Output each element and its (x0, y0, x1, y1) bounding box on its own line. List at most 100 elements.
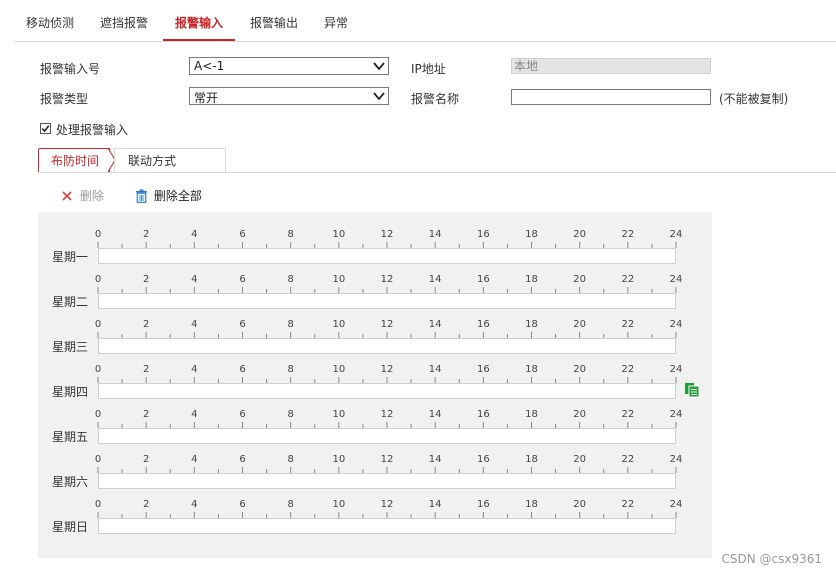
hour-tick-marks (97, 332, 677, 338)
schedule-row: 0 2 4 6 8 10 12 14 16 18 20 22 24 星期一 (38, 212, 712, 264)
hour-tick-label: 4 (191, 409, 198, 420)
subtab-arming-schedule[interactable]: 布防时间 (38, 148, 110, 172)
alarm-type-label: 报警类型 (40, 92, 89, 106)
hour-tick-marks (97, 422, 677, 428)
hour-tick-label: 2 (142, 274, 150, 285)
hour-tick-label: 6 (239, 229, 246, 240)
tab-alarm-output[interactable]: 报警输出 (250, 0, 298, 40)
hour-tick-label: 16 (476, 229, 490, 240)
alarm-name-label: 报警名称 (411, 92, 460, 106)
hour-tick-label: 2 (142, 454, 150, 465)
delete-button[interactable]: 删除 (61, 187, 104, 204)
hour-tick-label: 18 (525, 274, 538, 285)
delete-label: 删除 (79, 189, 104, 203)
hour-tick-label: 14 (428, 229, 442, 240)
hour-tick-label: 12 (380, 499, 394, 510)
hour-tick-label: 14 (428, 499, 442, 510)
schedule-row: 0 2 4 6 8 10 12 14 16 18 20 22 24 星期二 (38, 257, 712, 309)
hour-tick-label: 14 (428, 364, 442, 375)
hour-tick-label: 20 (573, 499, 587, 510)
hour-tick-label: 12 (380, 454, 394, 465)
hour-tick-label: 8 (287, 409, 294, 420)
ip-address-field: 本地 (511, 58, 711, 74)
hour-tick-label: 24 (669, 229, 683, 240)
hour-tick-label: 14 (428, 319, 442, 330)
hour-tick-label: 4 (191, 454, 198, 465)
alarm-type-select[interactable]: 常开 (189, 87, 389, 105)
hour-tick-label: 16 (476, 364, 490, 375)
schedule-bar[interactable] (98, 518, 676, 534)
hour-tick-label: 10 (332, 229, 346, 240)
hour-tick-label: 0 (94, 274, 102, 285)
delete-all-label: 删除全部 (153, 189, 202, 203)
hour-tick-label: 10 (332, 274, 346, 285)
tab-tamper-alarm[interactable]: 遮挡报警 (100, 0, 148, 40)
hour-tick-label: 4 (191, 319, 198, 330)
hour-tick-label: 18 (525, 454, 538, 465)
schedule-row: 0 2 4 6 8 10 12 14 16 18 20 22 24 星期六 (38, 437, 712, 489)
hour-tick-label: 2 (142, 319, 150, 330)
day-label: 星期日 (52, 520, 89, 534)
alarm-input-no-select[interactable]: A<-1 (189, 57, 389, 75)
hour-tick-label: 4 (191, 364, 198, 375)
hour-tick-marks (97, 287, 677, 293)
hour-tick-label: 8 (287, 319, 294, 330)
hour-tick-label: 0 (94, 409, 102, 420)
hour-tick-label: 22 (621, 364, 635, 375)
alarm-name-note: (不能被复制) (719, 92, 789, 106)
hour-tick-label: 2 (142, 409, 150, 420)
top-tab-bar: 移动侦测 遮挡报警 报警输入 报警输出 异常 (14, 0, 836, 42)
subtab-linkage-method[interactable]: 联动方式 (114, 148, 226, 172)
hour-tick-label: 20 (573, 229, 587, 240)
hour-tick-label: 22 (621, 499, 635, 510)
hour-tick-label: 24 (669, 454, 683, 465)
alarm-input-no-value: A<-1 (194, 59, 225, 73)
hour-tick-label: 6 (239, 409, 246, 420)
hour-tick-label: 24 (669, 319, 683, 330)
hour-tick-label: 20 (573, 319, 587, 330)
hour-tick-label: 16 (476, 274, 490, 285)
hour-tick-label: 24 (669, 274, 683, 285)
hour-tick-label: 16 (476, 454, 490, 465)
hour-tick-label: 10 (332, 499, 346, 510)
hour-tick-label: 20 (573, 409, 587, 420)
hour-tick-label: 18 (525, 229, 538, 240)
chevron-down-icon (373, 92, 385, 101)
delete-all-button[interactable]: 删除全部 (135, 187, 202, 204)
hour-tick-label: 24 (669, 499, 683, 510)
trash-icon (136, 189, 147, 203)
hour-tick-label: 18 (525, 319, 538, 330)
tab-exception[interactable]: 异常 (324, 0, 348, 40)
hour-tick-marks (97, 512, 677, 518)
hour-tick-label: 2 (142, 229, 150, 240)
alarm-input-no-label: 报警输入号 (40, 62, 101, 76)
tab-motion-detection[interactable]: 移动侦测 (26, 0, 74, 40)
hour-tick-label: 8 (287, 499, 294, 510)
hour-tick-label: 0 (94, 364, 102, 375)
hour-tick-label: 20 (573, 274, 587, 285)
hour-tick-label: 14 (428, 409, 442, 420)
hour-tick-label: 0 (94, 454, 102, 465)
hour-tick-label: 6 (239, 274, 246, 285)
hour-tick-label: 16 (476, 319, 490, 330)
hour-tick-label: 14 (428, 274, 442, 285)
hour-tick-marks (97, 377, 677, 383)
handle-alarm-checkbox[interactable] (40, 123, 51, 134)
alarm-name-input[interactable] (511, 89, 711, 105)
hour-tick-label: 10 (332, 364, 346, 375)
hour-tick-label: 4 (191, 229, 198, 240)
schedule-panel: 0 2 4 6 8 10 12 14 16 18 20 22 24 星期一 0 2 4 6 8 10 12 14 16 18 2… (38, 212, 712, 558)
hour-tick-label: 22 (621, 274, 635, 285)
hour-tick-label: 8 (287, 274, 294, 285)
tab-alarm-input[interactable]: 报警输入 (163, 0, 236, 41)
hour-tick-label: 24 (669, 364, 683, 375)
hour-tick-label: 2 (142, 364, 150, 375)
hour-tick-label: 4 (191, 274, 198, 285)
watermark: CSDN @csx9361 (721, 552, 822, 566)
hour-tick-marks (97, 467, 677, 473)
hour-tick-label: 4 (191, 499, 198, 510)
schedule-row: 0 2 4 6 8 10 12 14 16 18 20 22 24 星期五 (38, 392, 712, 444)
hour-tick-label: 10 (332, 409, 346, 420)
hour-tick-label: 6 (239, 364, 246, 375)
alarm-type-value: 常开 (194, 91, 219, 105)
